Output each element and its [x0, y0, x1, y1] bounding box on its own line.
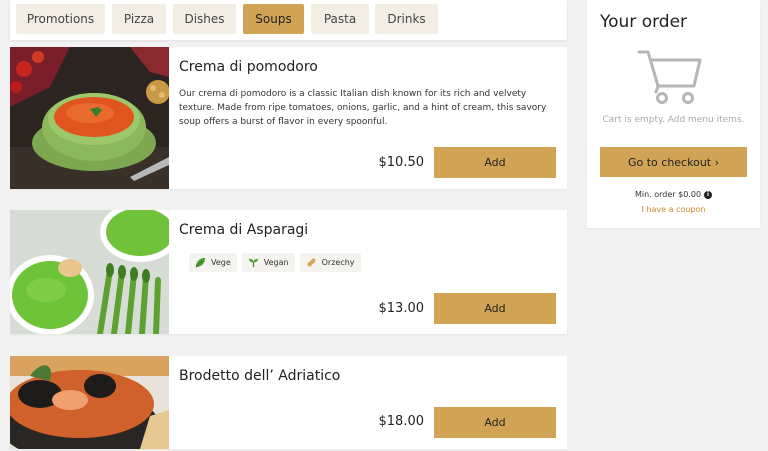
category-bar: Promotions Pizza Dishes Soups Pasta Drin…: [10, 0, 567, 40]
tag-label: Orzechy: [321, 258, 355, 267]
peanut-icon: [306, 258, 316, 267]
min-order-info: Min. order $0.00 i: [587, 190, 760, 199]
tag-orzechy: Orzechy: [299, 253, 361, 272]
tag-label: Vege: [211, 258, 231, 267]
dish-image-tomato-soup: [10, 47, 169, 189]
add-button[interactable]: Add: [434, 293, 556, 324]
add-button[interactable]: Add: [434, 407, 556, 438]
dish-image-fish-stew: [10, 356, 169, 449]
menu-item-card: Crema di Asparagi Vege Vegan Orzechy $13…: [10, 210, 567, 334]
dish-image-asparagus-soup: [10, 210, 169, 334]
add-button[interactable]: Add: [434, 147, 556, 178]
tab-drinks[interactable]: Drinks: [375, 4, 438, 34]
dish-title: Brodetto dell’ Adriatico: [179, 368, 341, 384]
shopping-cart-icon: [637, 50, 702, 104]
checkout-button[interactable]: Go to checkout ›: [600, 147, 747, 177]
min-order-text: Min. order $0.00: [634, 190, 702, 199]
menu-item-card: Brodetto dell’ Adriatico $18.00 Add: [10, 356, 567, 449]
order-panel: Your order Cart is empty. Add menu items…: [587, 0, 760, 228]
sprout-icon: [248, 258, 258, 268]
dish-title: Crema di Asparagi: [179, 222, 309, 238]
tag-vegan: Vegan: [241, 253, 295, 272]
tab-promotions[interactable]: Promotions: [16, 4, 105, 34]
leaf-icon: [195, 257, 206, 268]
dish-title: Crema di pomodoro: [179, 59, 318, 75]
menu-item-card: Crema di pomodoro Our crema di pomodoro …: [10, 47, 567, 189]
tab-pizza[interactable]: Pizza: [112, 4, 166, 34]
tab-soups[interactable]: Soups: [243, 4, 304, 34]
dish-description: Our crema di pomodoro is a classic Itali…: [179, 89, 547, 127]
tag-vege: Vege: [189, 253, 237, 272]
info-icon[interactable]: i: [704, 190, 713, 199]
tag-label: Vegan: [263, 258, 289, 267]
dish-price: $18.00: [378, 414, 425, 429]
tab-dishes[interactable]: Dishes: [173, 4, 236, 34]
tab-pasta[interactable]: Pasta: [311, 4, 369, 34]
dish-tags: Vege Vegan Orzechy: [189, 253, 361, 272]
coupon-link[interactable]: I have a coupon: [587, 205, 760, 214]
cart-empty-text: Cart is empty. Add menu items.: [602, 115, 745, 125]
dish-price: $13.00: [378, 301, 425, 316]
order-title: Your order: [600, 12, 688, 32]
dish-price: $10.50: [378, 155, 425, 170]
